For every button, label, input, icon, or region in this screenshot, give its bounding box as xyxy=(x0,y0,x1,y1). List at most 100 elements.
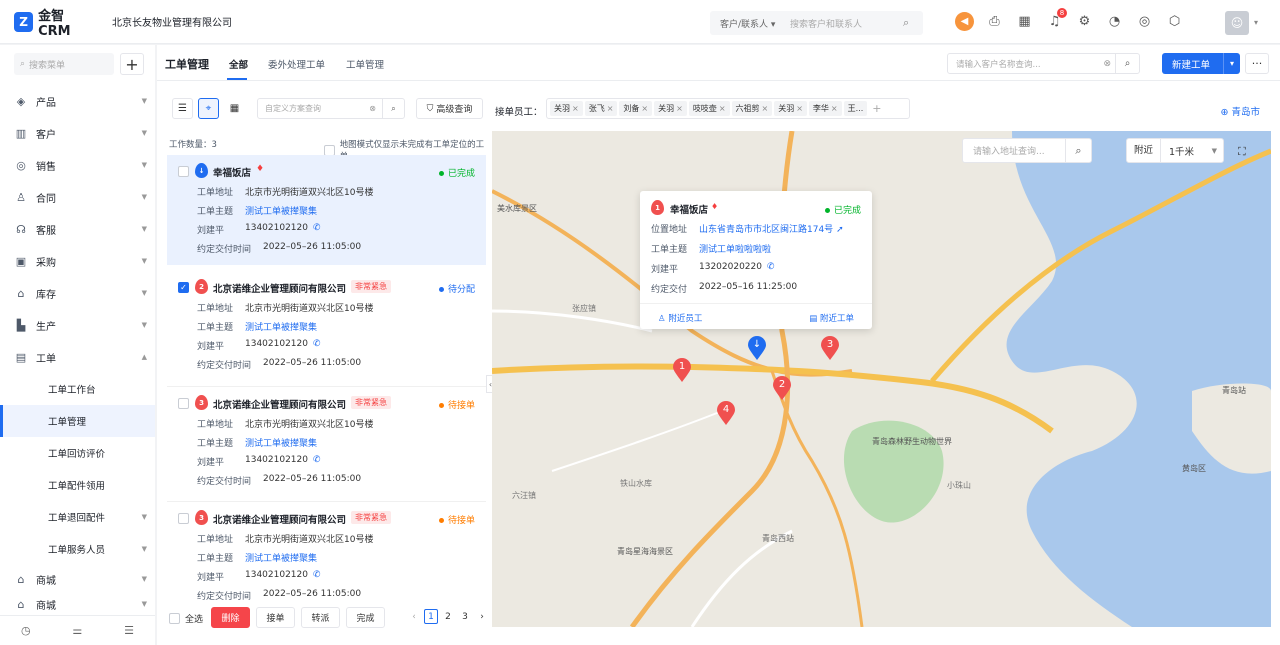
sidebar-sub-review[interactable]: 工单回访评价 xyxy=(0,437,155,469)
sidebar-item-workorder[interactable]: ▤ 工单 ▲ xyxy=(0,341,155,373)
plan-search-input[interactable]: 自定义方案查询 ⊗ ⌕ xyxy=(257,98,405,119)
global-search[interactable]: 客户/联系人 ▾ 搜索客户和联系人 ⌕ xyxy=(710,11,923,35)
workorder-card[interactable]: 3 北京诺维企业管理顾问有限公司 非常紧急 待接单 工单地址 北京市光明街道双兴北… xyxy=(167,501,486,611)
gear-icon[interactable]: ⚙ xyxy=(1075,12,1094,31)
card-checkbox[interactable]: ✓ xyxy=(178,282,189,293)
page-button[interactable]: 3 xyxy=(458,609,472,624)
list-view-icon[interactable]: ☰ xyxy=(172,98,193,119)
map-view-icon[interactable]: ⌖ xyxy=(198,98,219,119)
accept-button[interactable]: 接单 xyxy=(256,607,295,628)
sliders-icon[interactable]: ⚌ xyxy=(72,624,82,637)
nearby-staff-link[interactable]: ♙ 附近员工 xyxy=(658,312,702,324)
sidebar-item-inventory[interactable]: ⌂ 库存 ▼ xyxy=(0,277,155,309)
receiver-tag[interactable]: 关羽 × xyxy=(550,101,583,116)
subject-link[interactable]: 测试工单被撵聚集 xyxy=(245,436,317,449)
receiver-tag[interactable]: 关羽 × xyxy=(654,101,687,116)
add-menu-button[interactable]: + xyxy=(120,53,144,75)
clear-icon[interactable]: ⊗ xyxy=(1103,59,1111,69)
nearby-radius-select[interactable]: 附近 1千米 ▼ xyxy=(1126,138,1224,163)
receiver-tag[interactable]: 刘备 × xyxy=(619,101,653,116)
card-checkbox[interactable] xyxy=(178,166,189,177)
sidebar-sub-service-staff[interactable]: 工单服务人员 ▼ xyxy=(0,533,155,565)
close-icon[interactable]: × xyxy=(676,104,683,113)
receiver-tag[interactable]: 六祖剪 × xyxy=(731,101,773,116)
sidebar-item-production[interactable]: ▙ 生产 ▼ xyxy=(0,309,155,341)
close-icon[interactable]: × xyxy=(719,104,726,113)
history-icon[interactable]: ◷ xyxy=(21,624,31,637)
bell-icon[interactable]: ♫ 8 xyxy=(1045,8,1067,31)
chevron-down-icon[interactable]: ▾ xyxy=(1223,53,1240,74)
app-logo[interactable]: Z 金智CRM xyxy=(14,5,94,39)
nearby-orders-link[interactable]: ▤ 附近工单 xyxy=(809,312,854,324)
receiver-tag[interactable]: 张飞 × xyxy=(584,101,618,116)
sidebar-sub-workbench[interactable]: 工单工作台 xyxy=(0,373,155,405)
receiver-tags[interactable]: 关羽 × 张飞 × 刘备 × 关羽 × 吱吱壶 × 六祖剪 × 关羽 × 李华 × 王... + xyxy=(546,98,910,119)
card-checkbox[interactable] xyxy=(178,398,189,409)
search-icon[interactable]: ⌕ xyxy=(1115,54,1139,73)
fullscreen-icon[interactable]: ⛶ xyxy=(1238,145,1246,159)
workorder-card[interactable]: ✓ 2 北京诺维企业管理顾问有限公司 非常紧急 待分配 工单地址 北京市光明街道双… xyxy=(167,271,486,381)
close-icon[interactable]: × xyxy=(831,104,838,113)
sidebar-item-contract[interactable]: ♙ 合同 ▼ xyxy=(0,181,155,213)
location-link[interactable]: 山东省青岛市市北区闽江路174号 ➚ xyxy=(699,222,844,235)
more-options-button[interactable]: ··· xyxy=(1245,53,1269,74)
prev-page-icon[interactable]: ‹ xyxy=(407,609,421,624)
map-view[interactable]: 美水库景区 张应镇 六汪镇 铁山水库 青岛西站 青岛森林野生动物世界 小珠山 青… xyxy=(492,131,1271,627)
map-marker[interactable]: 2 xyxy=(772,376,792,401)
city-selector[interactable]: ⊕ 青岛市 xyxy=(1220,104,1260,118)
close-icon[interactable]: × xyxy=(641,104,648,113)
phone-icon[interactable]: ✆ xyxy=(313,339,321,352)
map-address-search-input[interactable]: 请输入地址查询... ⌕ xyxy=(962,138,1092,163)
phone-icon[interactable]: ✆ xyxy=(313,223,321,236)
page-button[interactable]: 1 xyxy=(424,609,438,624)
subject-link[interactable]: 测试工单被撵聚集 xyxy=(245,320,317,333)
subject-link[interactable]: 测试工单被撵聚集 xyxy=(245,551,317,564)
subject-link[interactable]: 测试工单啦啦啦啦 xyxy=(699,242,771,255)
customer-search-input[interactable]: 请输入客户名称查询... ⊗ ⌕ xyxy=(947,53,1140,74)
compass-icon[interactable]: ◎ xyxy=(1135,12,1154,31)
delete-button[interactable]: 删除 xyxy=(211,607,250,628)
phone-icon[interactable]: ✆ xyxy=(313,455,321,468)
calendar-icon[interactable]: ▦ xyxy=(1015,12,1034,31)
receiver-tag[interactable]: 李华 × xyxy=(808,101,842,116)
new-workorder-button[interactable]: 新建工单 ▾ xyxy=(1162,53,1240,74)
avatar[interactable]: ☺ xyxy=(1225,11,1249,35)
tab-all[interactable]: 全部 xyxy=(229,57,248,71)
sidebar-sub-parts-use[interactable]: 工单配件领用 xyxy=(0,469,155,501)
workorder-card[interactable]: ↓ 幸福饭店 ♦ 已完成 工单地址 北京市光明街道双兴北区10号楼 工单主题 测试工… xyxy=(167,155,486,265)
calendar-view-icon[interactable]: ▦ xyxy=(224,98,245,119)
close-icon[interactable]: × xyxy=(572,104,579,113)
clear-icon[interactable]: ⊗ xyxy=(369,104,376,113)
search-icon[interactable]: ⌕ xyxy=(382,99,404,118)
search-icon[interactable]: ⌕ xyxy=(1065,139,1091,162)
subject-link[interactable]: 测试工单被撵聚集 xyxy=(245,204,317,217)
card-checkbox[interactable] xyxy=(178,513,189,524)
close-icon[interactable]: × xyxy=(607,104,614,113)
sidebar-item-sales[interactable]: ◎ 销售 ▼ xyxy=(0,149,155,181)
sidebar-item-purchase[interactable]: ▣ 采购 ▼ xyxy=(0,245,155,277)
select-all-checkbox[interactable] xyxy=(169,613,180,624)
add-receiver-icon[interactable]: + xyxy=(872,102,881,115)
sidebar-item-customer[interactable]: ▥ 客户 ▼ xyxy=(0,117,155,149)
sidebar-item-mall-2[interactable]: ⌂ 商城 ▼ xyxy=(0,593,155,615)
phone-icon[interactable]: ✆ xyxy=(767,262,775,275)
map-marker[interactable]: 1 xyxy=(672,358,692,383)
next-page-icon[interactable]: › xyxy=(475,609,489,624)
phone-icon[interactable]: ✆ xyxy=(313,570,321,583)
complete-button[interactable]: 完成 xyxy=(346,607,385,628)
printer-icon[interactable]: ⎙ xyxy=(985,12,1004,31)
close-icon[interactable]: × xyxy=(796,104,803,113)
pie-chart-icon[interactable]: ◔ xyxy=(1105,12,1124,31)
receiver-tag[interactable]: 王... xyxy=(843,101,868,116)
search-icon[interactable]: ⌕ xyxy=(903,16,923,30)
receiver-tag[interactable]: 吱吱壶 × xyxy=(688,101,730,116)
megaphone-icon[interactable]: ◀ xyxy=(955,12,974,31)
map-mode-checkbox[interactable] xyxy=(324,144,335,156)
menu-search-input[interactable]: ⌕ 搜索菜单 xyxy=(14,53,114,75)
sidebar-sub-parts-return[interactable]: 工单退回配件 ▼ xyxy=(0,501,155,533)
close-icon[interactable]: × xyxy=(762,104,769,113)
tab-outsourced[interactable]: 委外处理工单 xyxy=(268,57,325,71)
tab-workorder-management[interactable]: 工单管理 xyxy=(346,57,384,71)
receiver-tag[interactable]: 关羽 × xyxy=(774,101,807,116)
workorder-card[interactable]: 3 北京诺维企业管理顾问有限公司 非常紧急 待接单 工单地址 北京市光明街道双兴北… xyxy=(167,386,486,496)
